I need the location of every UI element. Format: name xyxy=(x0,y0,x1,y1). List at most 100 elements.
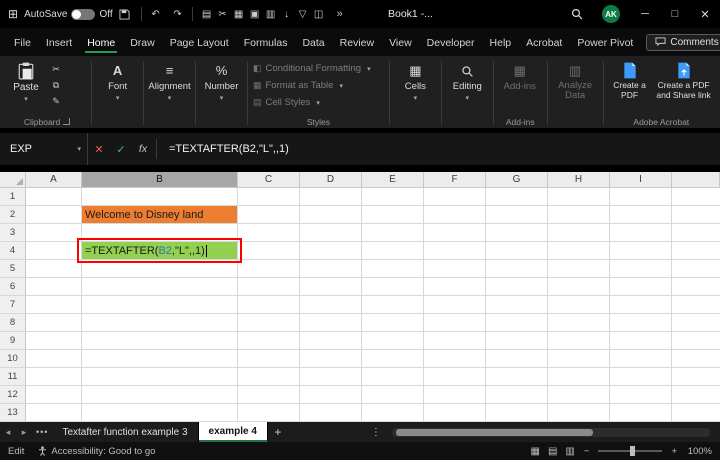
cell-G4[interactable] xyxy=(486,242,548,260)
autosave-toggle[interactable] xyxy=(71,9,95,20)
zoom-out-button[interactable]: − xyxy=(584,446,590,457)
row-header-1[interactable]: 1 xyxy=(0,188,26,206)
cell-H12[interactable] xyxy=(548,386,610,404)
cell-H2[interactable] xyxy=(548,206,610,224)
cell-H4[interactable] xyxy=(548,242,610,260)
cell-A13[interactable] xyxy=(26,404,82,422)
cell-E12[interactable] xyxy=(362,386,424,404)
column-header-D[interactable]: D xyxy=(300,172,362,188)
cell-C7[interactable] xyxy=(238,296,300,314)
cell-A1[interactable] xyxy=(26,188,82,206)
cell-C3[interactable] xyxy=(238,224,300,242)
row-header-11[interactable]: 11 xyxy=(0,368,26,386)
toolbar-overflow-icon[interactable]: » xyxy=(337,8,343,20)
cell-G1[interactable] xyxy=(486,188,548,206)
cell-C9[interactable] xyxy=(238,332,300,350)
cell-G13[interactable] xyxy=(486,404,548,422)
cell-I2[interactable] xyxy=(610,206,672,224)
cancel-button[interactable]: ✕ xyxy=(88,143,110,156)
copy-icon[interactable]: ⧉ xyxy=(48,80,64,91)
add-sheet-button[interactable]: + xyxy=(268,425,288,439)
cell-B11[interactable] xyxy=(82,368,238,386)
conditional-formatting-button[interactable]: ◧Conditional Formatting▾ xyxy=(251,60,386,77)
cell-A8[interactable] xyxy=(26,314,82,332)
minimize-button[interactable]: ─ xyxy=(630,0,660,28)
cell-I9[interactable] xyxy=(610,332,672,350)
sheet-nav-left-icon[interactable]: ◂ xyxy=(0,427,16,438)
font-group-button[interactable]: A Font ▾ xyxy=(95,58,140,128)
row-header-2[interactable]: 2 xyxy=(0,206,26,224)
cell-D3[interactable] xyxy=(300,224,362,242)
editing-group-button[interactable]: Editing ▾ xyxy=(445,58,490,128)
cell-E7[interactable] xyxy=(362,296,424,314)
cell-C12[interactable] xyxy=(238,386,300,404)
cell-D8[interactable] xyxy=(300,314,362,332)
row-header-10[interactable]: 10 xyxy=(0,350,26,368)
sheet-more-icon[interactable]: ••• xyxy=(36,427,48,437)
redo-icon[interactable]: ↷ xyxy=(170,9,186,20)
zoom-in-button[interactable]: + xyxy=(671,446,677,457)
app-launcher-icon[interactable]: ⊞ xyxy=(8,7,18,21)
zoom-slider[interactable] xyxy=(598,450,662,452)
cut-icon[interactable]: ✂ xyxy=(215,9,231,20)
cell-F3[interactable] xyxy=(424,224,486,242)
format-painter-icon[interactable]: ✎ xyxy=(48,96,64,107)
cell-E4[interactable] xyxy=(362,242,424,260)
cell-D13[interactable] xyxy=(300,404,362,422)
cell-I4[interactable] xyxy=(610,242,672,260)
tab-page-layout[interactable]: Page Layout xyxy=(168,31,231,54)
row-header-7[interactable]: 7 xyxy=(0,296,26,314)
column-header-I[interactable]: I xyxy=(610,172,672,188)
cell-C8[interactable] xyxy=(238,314,300,332)
cell-H3[interactable] xyxy=(548,224,610,242)
cell-H6[interactable] xyxy=(548,278,610,296)
cell-E3[interactable] xyxy=(362,224,424,242)
cell-A5[interactable] xyxy=(26,260,82,278)
cell-C13[interactable] xyxy=(238,404,300,422)
row-header-3[interactable]: 3 xyxy=(0,224,26,242)
cell-F9[interactable] xyxy=(424,332,486,350)
cell-F7[interactable] xyxy=(424,296,486,314)
cell-E9[interactable] xyxy=(362,332,424,350)
cell-D7[interactable] xyxy=(300,296,362,314)
cell-F5[interactable] xyxy=(424,260,486,278)
tab-draw[interactable]: Draw xyxy=(128,31,157,54)
user-avatar[interactable]: AK xyxy=(602,5,620,23)
horizontal-scrollbar-thumb[interactable] xyxy=(396,429,593,436)
cell-G9[interactable] xyxy=(486,332,548,350)
cell-I6[interactable] xyxy=(610,278,672,296)
cell-E8[interactable] xyxy=(362,314,424,332)
cell-B13[interactable] xyxy=(82,404,238,422)
accessibility-status[interactable]: Accessibility: Good to go xyxy=(38,446,155,457)
number-group-button[interactable]: % Number ▾ xyxy=(199,58,244,128)
tab-help[interactable]: Help xyxy=(488,31,514,54)
freeze-panes-icon[interactable]: ▣ xyxy=(247,9,263,20)
cell-B1[interactable] xyxy=(82,188,238,206)
cell-B2[interactable]: Welcome to Disney land xyxy=(82,206,238,224)
zoom-level[interactable]: 100% xyxy=(686,446,712,457)
cell-A12[interactable] xyxy=(26,386,82,404)
cell-H13[interactable] xyxy=(548,404,610,422)
cell-G8[interactable] xyxy=(486,314,548,332)
filter-icon[interactable]: ▽ xyxy=(295,9,311,20)
cell-E10[interactable] xyxy=(362,350,424,368)
row-header-4[interactable]: 4 xyxy=(0,242,26,260)
cell-E5[interactable] xyxy=(362,260,424,278)
select-all-corner[interactable] xyxy=(0,172,26,188)
zoom-slider-thumb[interactable] xyxy=(630,446,635,456)
alignment-group-button[interactable]: ≡ Alignment ▾ xyxy=(147,58,192,128)
page-break-view-icon[interactable]: ▥ xyxy=(565,446,574,457)
sheet-tab-textafter-function-example-3[interactable]: Textafter function example 3 xyxy=(52,422,198,442)
name-box[interactable]: EXP ▾ xyxy=(0,133,88,165)
cell-G10[interactable] xyxy=(486,350,548,368)
row-header-13[interactable]: 13 xyxy=(0,404,26,422)
sheet-menu-icon[interactable]: ⋮ xyxy=(366,427,386,438)
cell-F8[interactable] xyxy=(424,314,486,332)
cell-B12[interactable] xyxy=(82,386,238,404)
cell-I3[interactable] xyxy=(610,224,672,242)
column-header-E[interactable]: E xyxy=(362,172,424,188)
cell-D6[interactable] xyxy=(300,278,362,296)
cell-F11[interactable] xyxy=(424,368,486,386)
tab-data[interactable]: Data xyxy=(300,31,326,54)
tab-home[interactable]: Home xyxy=(85,31,117,54)
